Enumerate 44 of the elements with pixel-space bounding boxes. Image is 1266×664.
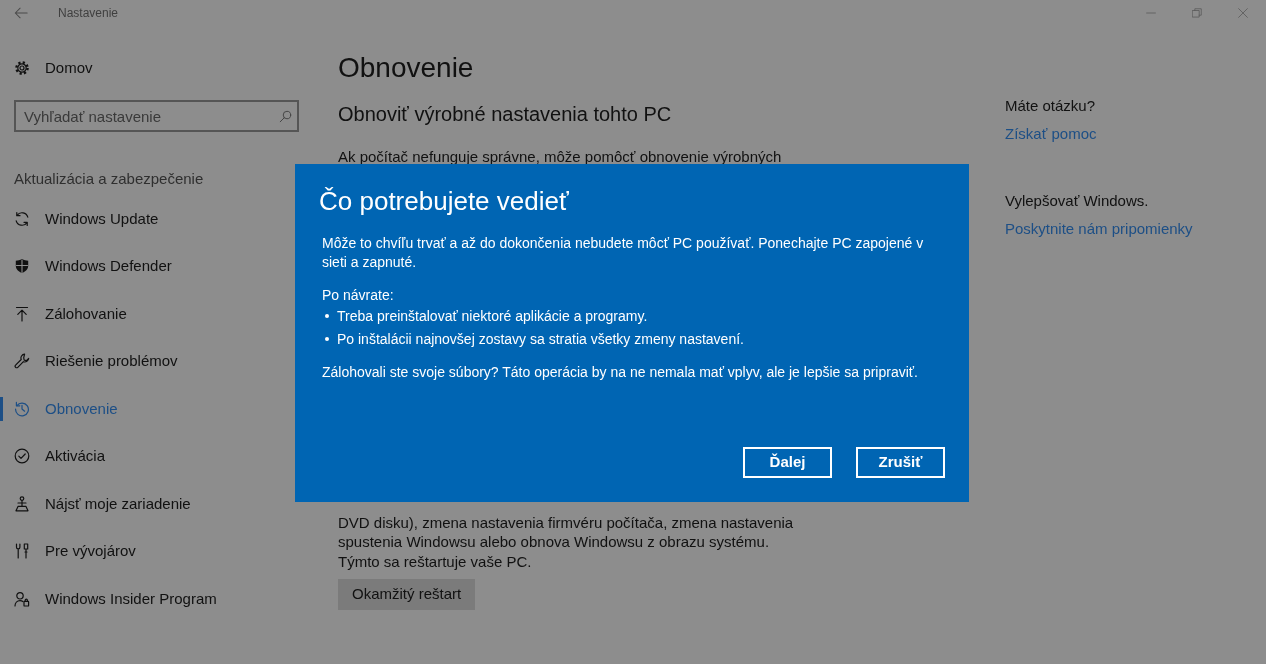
help-heading: Máte otázku? <box>1005 96 1096 116</box>
page-title: Obnovenie <box>338 51 474 85</box>
wrench-icon <box>14 353 30 370</box>
dialog-title: Čo potrebujete vedieť <box>319 185 569 218</box>
check-circle-icon <box>14 448 30 465</box>
bullet-icon <box>325 337 329 341</box>
sidebar-item[interactable]: Zálohovanie <box>14 303 127 324</box>
cancel-button[interactable]: Zrušiť <box>856 447 945 478</box>
dialog-text: Zálohovali ste svoje súbory? Táto operácia by na ne nemala mať vplyv, ale je lepšie sa pripraviť. <box>322 362 918 382</box>
selection-bar <box>0 396 3 421</box>
restore-icon[interactable] <box>1192 8 1202 18</box>
sidebar-item[interactable]: Pre vývojárov <box>14 541 136 562</box>
paragraph: Ak počítač nefunguje správne, môže pomôcť obnovenie výrobných <box>338 147 782 167</box>
home-nav-item[interactable]: Domov <box>14 58 93 78</box>
sidebar-item[interactable]: Nájsť moje zariadenie <box>14 493 191 514</box>
upload-icon <box>14 305 30 322</box>
dialog-text: Môže to chvíľu trvať a až do dokončenia nebudete môcť PC používať. Ponechajte PC zapojené v sieti a zapnuté. <box>322 233 925 272</box>
restart-button[interactable]: Okamžitý reštart <box>338 579 476 610</box>
feedback-heading: Vylepšovať Windows. <box>1005 191 1149 211</box>
bullet-text: Treba preinštalovať niektoré aplikácie a programy. <box>337 306 648 326</box>
search-field[interactable]: Vyhľadať nastavenie <box>14 100 299 132</box>
person-on-stand-icon <box>14 495 30 512</box>
section-title: Obnoviť výrobné nastavenia tohto PC <box>338 102 672 127</box>
window-title: Nastavenie <box>58 5 119 21</box>
sidebar-item[interactable]: Windows Update <box>14 208 159 229</box>
section-heading: Aktualizácia a zabezpečenie <box>14 169 204 189</box>
sidebar-item[interactable]: Aktivácia <box>14 446 106 467</box>
paragraph: DVD disku), zmena nastavenia firmvéru počítača, zmena nastavenia spustenia Windowsu alebo obnova Windowsu z obrazu systému. Týmto sa reštartuje vaše PC. <box>338 512 795 571</box>
tools-icon <box>14 543 30 560</box>
bullet-text: Po inštalácii najnovšej zostavy sa stratia všetky zmeny nastavení. <box>337 329 744 349</box>
dialog-text: Po návrate: <box>322 285 394 305</box>
sidebar-item[interactable]: Windows Defender <box>14 256 172 277</box>
close-icon[interactable] <box>1238 8 1248 18</box>
bullet-icon <box>325 314 329 318</box>
settings-icon <box>14 60 30 76</box>
back-icon[interactable] <box>14 6 28 20</box>
history-icon <box>14 400 30 417</box>
next-button[interactable]: Ďalej <box>743 447 832 478</box>
person-badge-icon <box>14 590 30 607</box>
shield-icon <box>14 258 30 275</box>
search-icon[interactable] <box>279 109 292 123</box>
sync-icon <box>14 210 30 227</box>
sidebar-item[interactable]: Riešenie problémov <box>14 351 178 372</box>
sidebar-item[interactable]: Windows Insider Program <box>14 588 217 609</box>
